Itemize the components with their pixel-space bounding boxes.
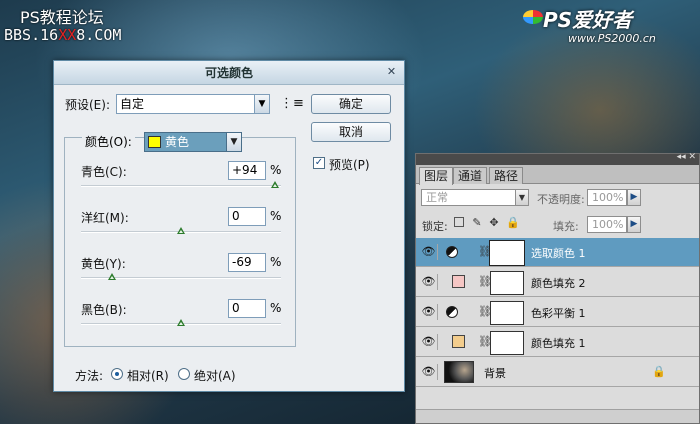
lock-position-icon[interactable]: ✥ — [488, 217, 500, 229]
layer-row[interactable]: 👁 ⛓ 选取颜色 1 — [416, 238, 699, 267]
lock-all-icon[interactable]: 🔒 — [506, 217, 520, 229]
forum-url-watermark: BBS.16XX8.COM — [4, 26, 122, 44]
colors-label: 颜色(O): — [82, 132, 135, 152]
slider-track[interactable] — [81, 227, 281, 234]
colors-select[interactable]: 黄色 ▼ — [144, 132, 242, 152]
fill-color-icon — [452, 275, 465, 288]
slider-label: 青色(C): — [81, 165, 127, 179]
panel-footer — [416, 409, 699, 423]
collapse-icon[interactable]: ◂◂ ✕ — [677, 152, 696, 162]
adjustment-layer-icon — [446, 306, 458, 318]
layer-row[interactable]: 👁 ⛓ 颜色填充 2 — [416, 268, 699, 297]
opacity-input[interactable]: 100% — [587, 189, 627, 206]
forum-watermark: PS教程论坛 — [20, 8, 104, 27]
slider-label: 洋红(M): — [81, 211, 129, 225]
fill-slider-button[interactable]: ▶ — [627, 216, 641, 233]
slider-value-input[interactable]: 0 — [228, 299, 266, 318]
percent-unit: % — [270, 163, 282, 177]
layer-name: 选取颜色 1 — [531, 247, 586, 260]
eye-icon[interactable]: 👁 — [420, 304, 438, 320]
lock-label: 锁定: — [422, 220, 448, 233]
slider-label: 黄色(Y): — [81, 257, 126, 271]
layer-row[interactable]: 👁 ⛓ 颜色填充 1 — [416, 328, 699, 357]
slider-thumb-icon[interactable] — [177, 319, 185, 326]
slider-value-input[interactable]: -69 — [228, 253, 266, 272]
panel-tabs: 图层 通道 路径 — [416, 165, 699, 185]
slider-track[interactable] — [81, 319, 281, 326]
blend-mode-value: 正常 — [426, 191, 448, 204]
method-absolute-radio[interactable] — [178, 368, 190, 380]
adjustment-layer-icon — [446, 246, 458, 258]
layer-thumbnail — [444, 361, 474, 383]
percent-unit: % — [270, 209, 282, 223]
lock-icon: 🔒 — [652, 365, 666, 378]
preset-select[interactable]: 自定 ▼ — [116, 94, 270, 114]
slider-value-input[interactable]: +94 — [228, 161, 266, 180]
slider-value-input[interactable]: 0 — [228, 207, 266, 226]
layer-name: 色彩平衡 1 — [531, 307, 586, 320]
eye-icon[interactable]: 👁 — [420, 244, 438, 260]
checkmark-icon: ✓ — [314, 157, 324, 168]
chevron-down-icon: ▼ — [515, 190, 528, 205]
lock-pixels-icon[interactable]: ✎ — [471, 217, 483, 229]
opacity-label: 不透明度: — [537, 193, 585, 206]
colors-value: 黄色 — [165, 135, 190, 149]
method-relative-label: 相对(R) — [127, 369, 169, 383]
preset-value: 自定 — [120, 97, 145, 111]
opacity-slider-button[interactable]: ▶ — [627, 189, 641, 206]
slider-track[interactable] — [81, 181, 281, 188]
method-relative-radio[interactable] — [111, 368, 123, 380]
layer-name: 背景 — [484, 367, 506, 380]
lock-transparent-icon[interactable] — [454, 217, 464, 227]
percent-unit: % — [270, 255, 282, 269]
fill-color-icon — [452, 335, 465, 348]
eye-icon[interactable]: 👁 — [420, 274, 438, 290]
eye-icon[interactable]: 👁 — [420, 334, 438, 350]
layer-mask-thumbnail[interactable] — [489, 240, 525, 266]
slider-thumb-icon[interactable] — [108, 273, 116, 280]
slider-label: 黑色(B): — [81, 303, 127, 317]
dialog-title: 可选颜色 — [204, 66, 253, 80]
dialog-titlebar[interactable]: 可选颜色 ✕ — [54, 61, 404, 85]
blend-mode-select[interactable]: 正常 ▼ — [421, 189, 529, 206]
method-label: 方法: — [75, 369, 104, 383]
fill-label: 填充: — [553, 220, 579, 233]
layer-name: 颜色填充 2 — [531, 277, 586, 290]
chevron-down-icon: ▼ — [226, 133, 241, 151]
panel-titlebar[interactable]: ◂◂ ✕ — [416, 152, 699, 165]
selective-color-dialog: 可选颜色 ✕ 预设(E): 自定 ▼ ⋮≡ 确定 取消 ✓ 预览(P) 颜色(O… — [53, 60, 405, 392]
layer-name: 颜色填充 1 — [531, 337, 586, 350]
percent-unit: % — [270, 301, 282, 315]
slider-thumb-icon[interactable] — [177, 227, 185, 234]
preview-checkbox[interactable]: ✓ — [313, 157, 325, 169]
tab-paths[interactable]: 路径 — [489, 167, 524, 184]
brand-watermark: PS爱好者 — [543, 8, 633, 32]
slider-track[interactable] — [81, 273, 281, 280]
layer-mask-thumbnail[interactable] — [490, 331, 524, 355]
close-icon[interactable]: ✕ — [385, 66, 398, 79]
eye-icon[interactable]: 👁 — [420, 364, 438, 380]
chevron-down-icon: ▼ — [254, 95, 269, 113]
tab-layers[interactable]: 图层 — [419, 167, 454, 185]
cancel-button[interactable]: 取消 — [311, 122, 391, 142]
ok-button[interactable]: 确定 — [311, 94, 391, 114]
layer-row[interactable]: 👁 背景 🔒 — [416, 358, 699, 387]
layer-mask-thumbnail[interactable] — [490, 271, 524, 295]
tab-channels[interactable]: 通道 — [453, 167, 488, 184]
method-absolute-label: 绝对(A) — [194, 369, 236, 383]
preset-options-icon[interactable]: ⋮≡ — [280, 96, 304, 111]
brand-url-watermark: www.PS2000.cn — [568, 32, 656, 45]
layer-mask-thumbnail[interactable] — [490, 301, 524, 325]
preview-label: 预览(P) — [329, 158, 370, 172]
canvas: PS教程论坛 BBS.16XX8.COM PS爱好者 www.PS2000.cn… — [0, 0, 700, 424]
preset-label: 预设(E): — [65, 98, 110, 112]
brand-logo-icon — [523, 10, 543, 24]
layer-row[interactable]: 👁 ⛓ 色彩平衡 1 — [416, 298, 699, 327]
slider-thumb-icon[interactable] — [271, 181, 279, 188]
color-swatch — [148, 136, 161, 148]
layers-panel: ◂◂ ✕ 图层 通道 路径 正常 ▼ 不透明度: 100% ▶ 锁定: ✎ ✥ … — [415, 152, 700, 424]
fill-input[interactable]: 100% — [587, 216, 627, 233]
